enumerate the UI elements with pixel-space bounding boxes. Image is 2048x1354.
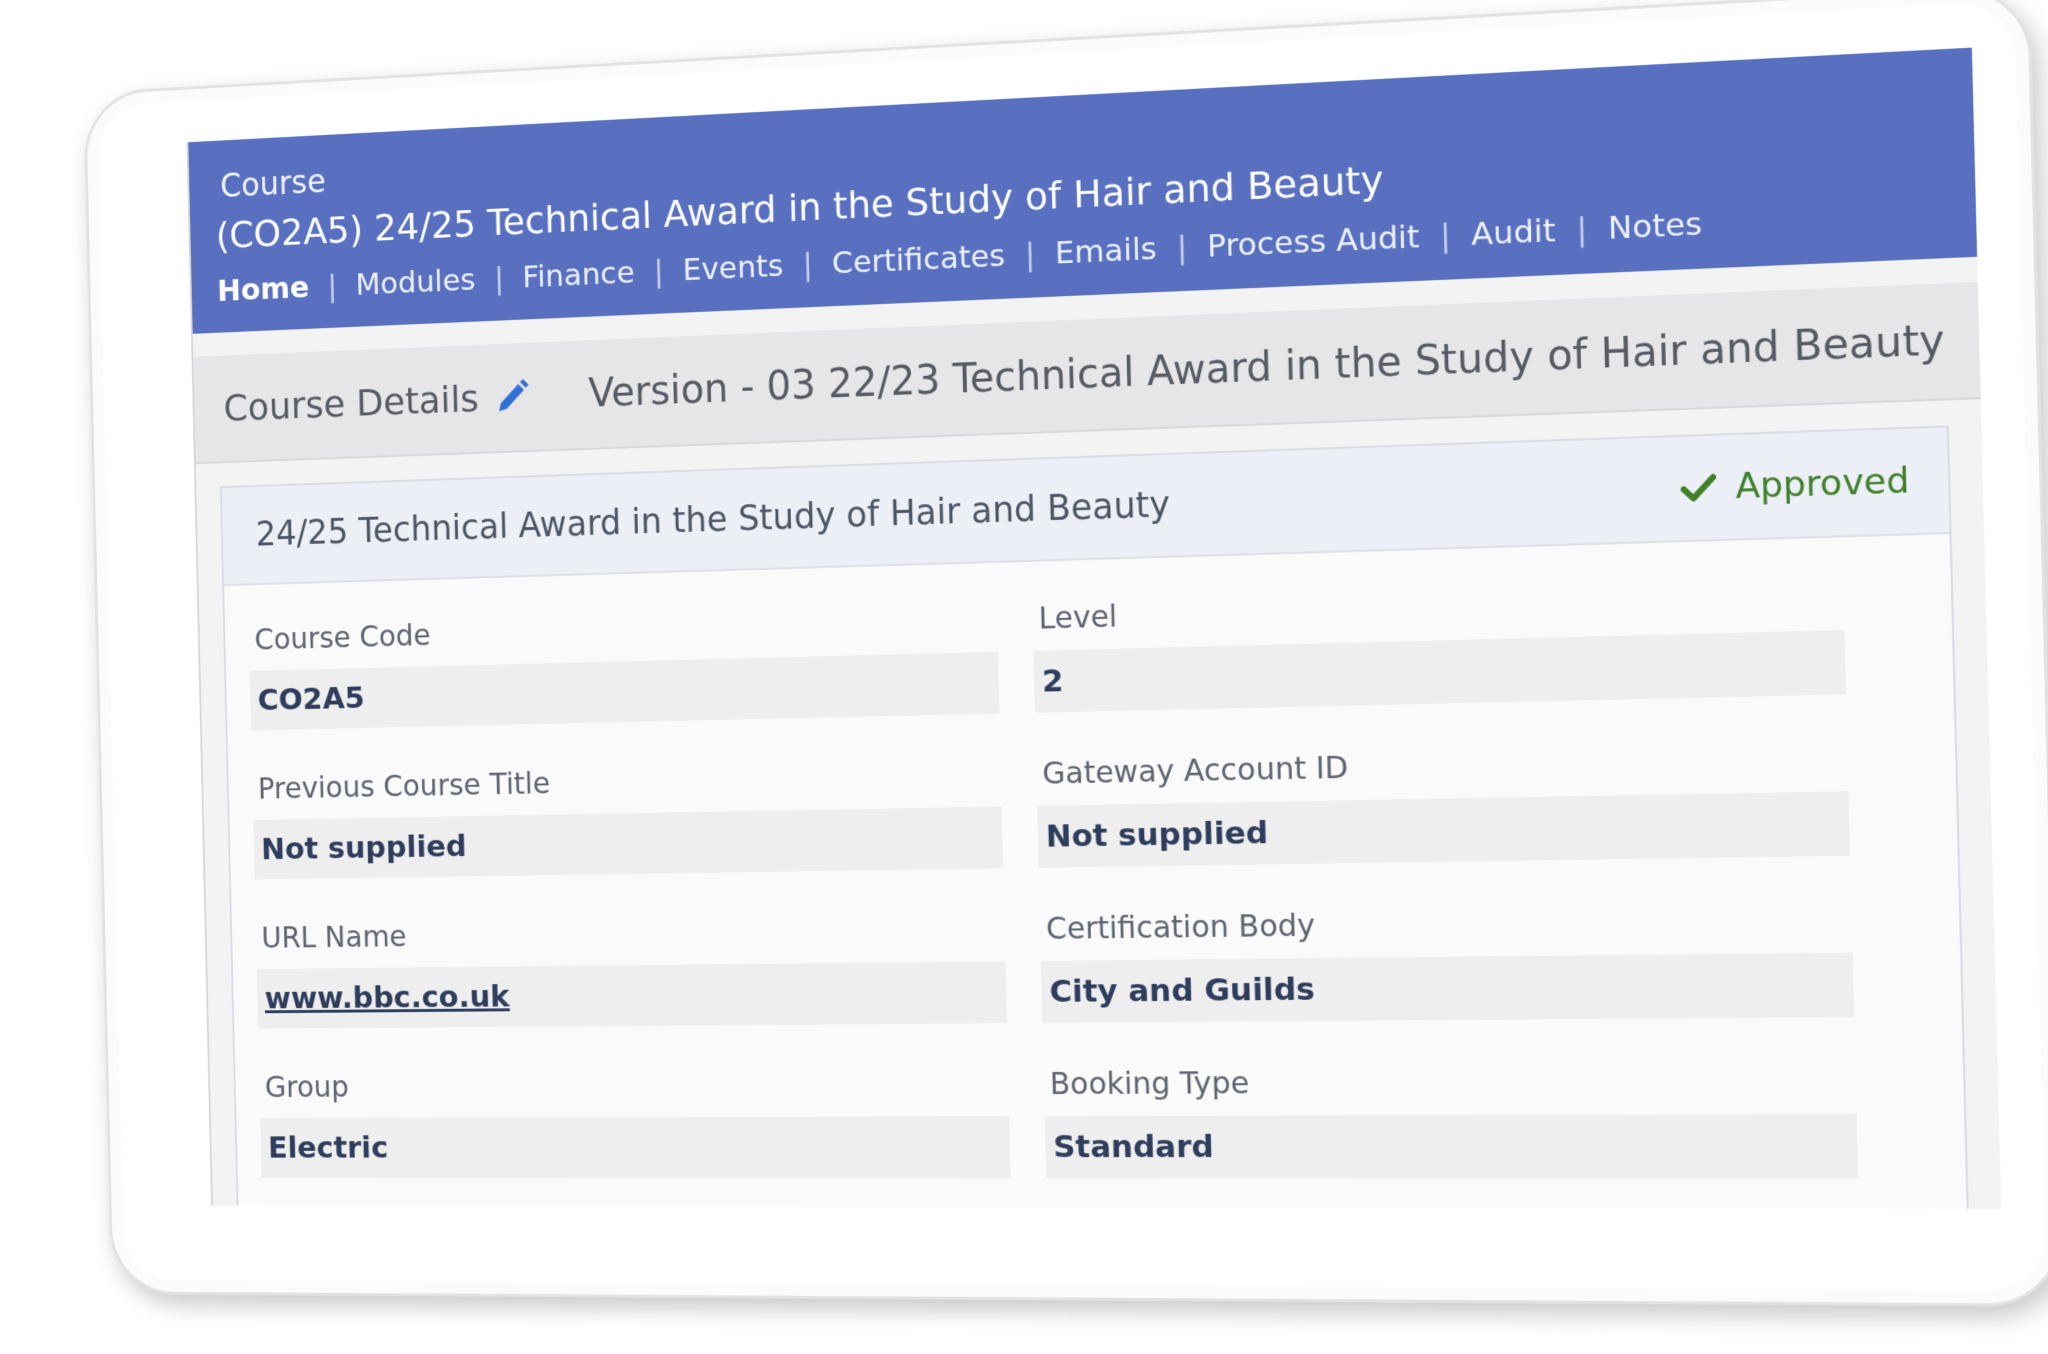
course-fields: Course Code CO2A5 Level 2 Previous Cours… — [224, 534, 1966, 1179]
checkmark-icon — [1680, 472, 1717, 504]
url-link[interactable]: www.bbc.co.uk — [264, 979, 510, 1016]
status-text: Approved — [1734, 460, 1910, 508]
nav-item-finance[interactable]: Finance — [522, 255, 635, 295]
nav-item-notes[interactable]: Notes — [1608, 206, 1703, 247]
nav-item-audit[interactable]: Audit — [1471, 212, 1556, 253]
nav-separator: | — [1024, 236, 1036, 273]
field-value: Electric — [260, 1116, 1011, 1179]
nav-item-events[interactable]: Events — [682, 248, 784, 288]
field-booking-type: Booking Type Standard — [1043, 1063, 1859, 1179]
field-value: CO2A5 — [249, 651, 1000, 731]
nav-separator: | — [1439, 217, 1452, 255]
field-label: Gateway Account ID — [1041, 750, 1349, 792]
nav-separator: | — [493, 260, 505, 297]
field-label: Previous Course Title — [257, 766, 551, 807]
field-level: Level 2 — [1032, 579, 1847, 713]
course-card: 24/25 Technical Award in the Study of Ha… — [219, 425, 1971, 1209]
nav-item-modules[interactable]: Modules — [355, 262, 476, 302]
field-previous-course-title: Previous Course Title Not supplied — [252, 758, 1004, 880]
nav-separator: | — [653, 253, 664, 290]
field-certification-body: Certification Body City and Guilds — [1040, 902, 1855, 1023]
field-value: Not supplied — [1037, 791, 1851, 868]
field-value: 2 — [1033, 629, 1847, 713]
card-title: 24/25 Technical Award in the Study of Ha… — [255, 485, 1171, 555]
field-label: Group — [264, 1070, 350, 1105]
stage: Course (CO2A5) 24/25 Technical Award in … — [0, 0, 2048, 1354]
field-url-name: URL Name www.bbc.co.uk — [256, 912, 1007, 1029]
field-gateway-account-id: Gateway Account ID Not supplied — [1036, 740, 1851, 868]
course-header: Course (CO2A5) 24/25 Technical Award in … — [188, 47, 1978, 334]
field-value: City and Guilds — [1040, 952, 1855, 1023]
status-badge: Approved — [1680, 460, 1910, 509]
nav-separator: | — [327, 268, 338, 304]
nav-item-home[interactable]: Home — [217, 270, 310, 309]
nav-separator: | — [802, 246, 814, 283]
nav-item-process-audit[interactable]: Process Audit — [1207, 219, 1420, 265]
nav-separator: | — [1575, 210, 1588, 249]
course-details-heading: Course Details — [223, 375, 532, 430]
nav-item-emails[interactable]: Emails — [1055, 231, 1158, 272]
field-label: URL Name — [261, 919, 407, 956]
field-group: Group Electric — [259, 1067, 1011, 1179]
pencil-icon[interactable] — [493, 377, 531, 417]
field-label: Booking Type — [1049, 1065, 1250, 1103]
nav-separator: | — [1176, 229, 1188, 267]
course-details-title: Course Details — [223, 376, 480, 430]
field-value: Standard — [1044, 1113, 1859, 1179]
tablet-frame: Course (CO2A5) 24/25 Technical Award in … — [83, 0, 2048, 1307]
field-value-container: www.bbc.co.uk — [256, 961, 1007, 1029]
nav-item-certificates[interactable]: Certificates — [832, 238, 1006, 282]
field-course-code: Course Code CO2A5 — [249, 603, 1000, 731]
field-label: Level — [1038, 599, 1118, 637]
app-screen: Course (CO2A5) 24/25 Technical Award in … — [186, 47, 2002, 1209]
version-label: Version - 03 22/23 Technical Award in th… — [587, 316, 1946, 417]
field-value: Not supplied — [253, 806, 1004, 880]
field-label: Course Code — [254, 618, 432, 658]
field-label: Certification Body — [1045, 908, 1316, 947]
